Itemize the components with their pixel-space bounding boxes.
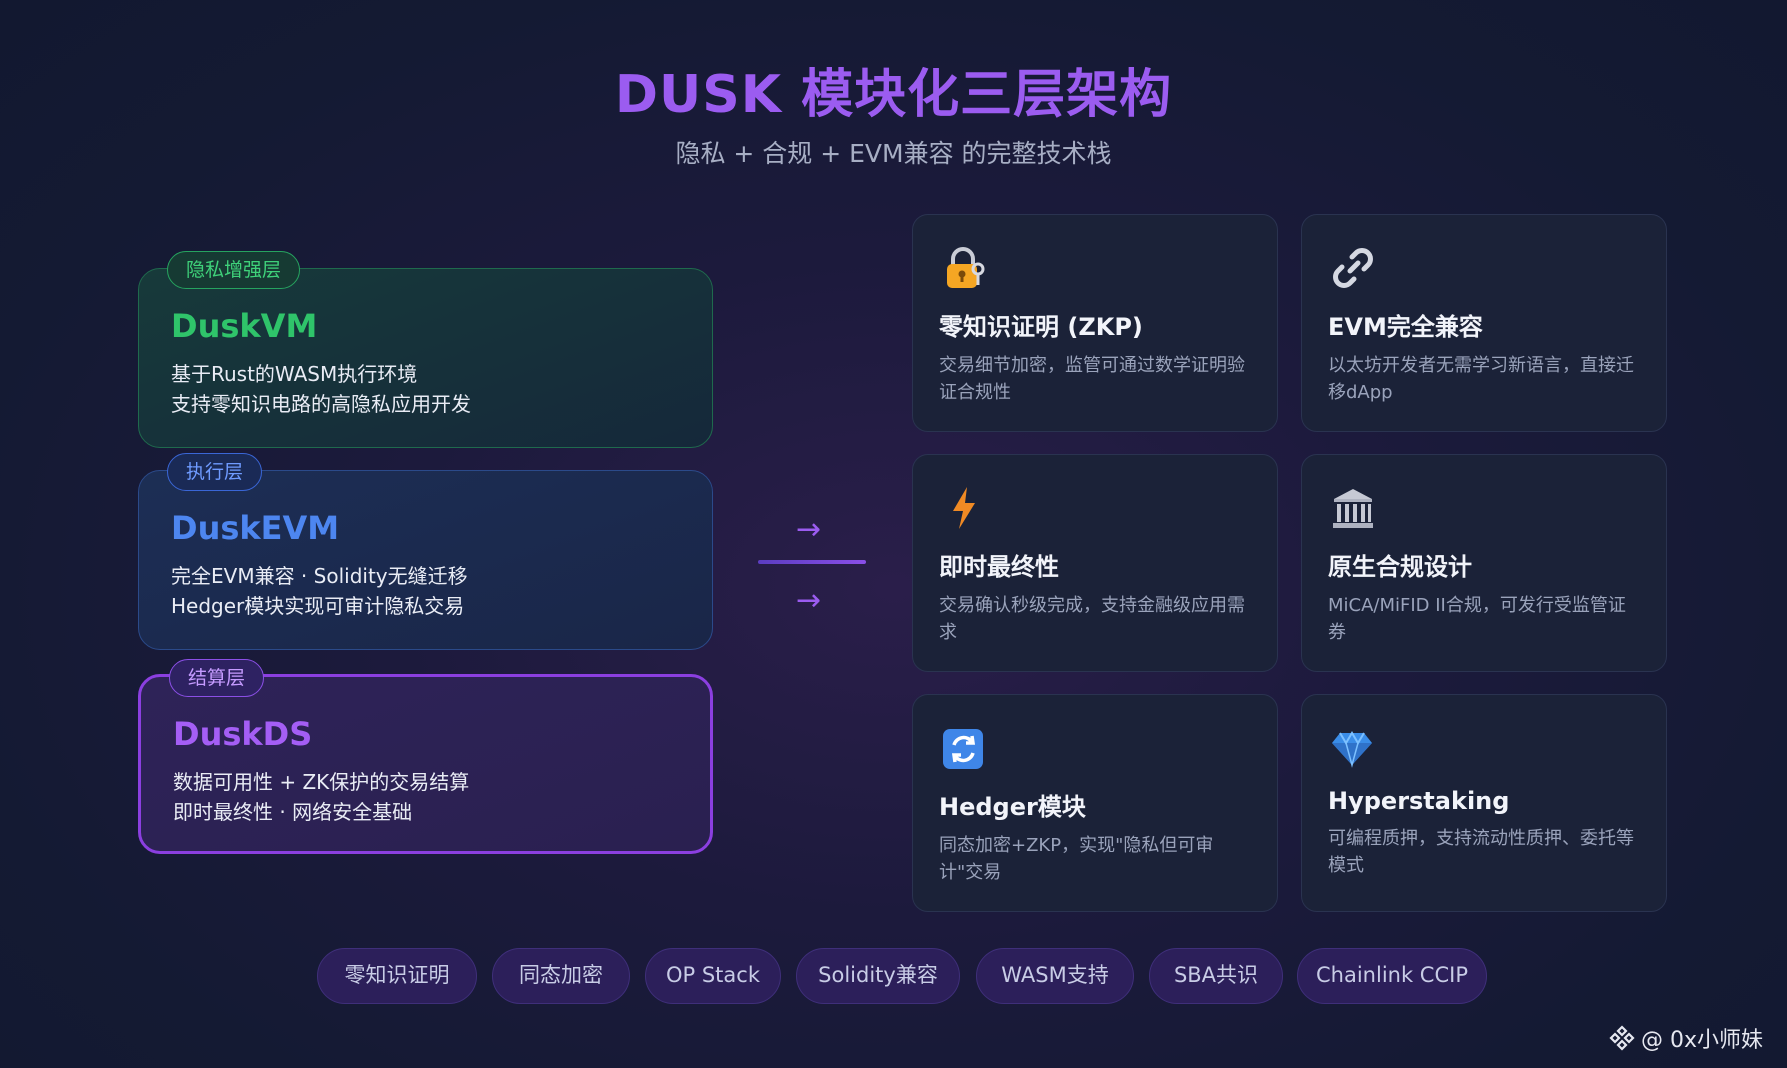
feature-title: 零知识证明 (ZKP)	[939, 313, 1143, 341]
layer-card-duskvm: 隐私增强层 DuskVM 基于Rust的WASM执行环境 支持零知识电路的高隐私…	[138, 251, 713, 448]
feature-desc: 同态加密+ZKP，实现"隐私但可审计"交易	[939, 835, 1214, 883]
feature-desc: 以太坊开发者无需学习新语言，直接迁移dApp	[1328, 355, 1634, 403]
tech-tag: 零知识证明	[317, 948, 477, 1004]
layer-badge-execution: 执行层	[167, 453, 263, 491]
tech-tag: SBA共识	[1149, 948, 1283, 1004]
layer-card-duskds: 结算层 DuskDS 数据可用性 + ZK保护的交易结算 即时最终性 · 网络安…	[138, 659, 713, 854]
diamond-icon	[1332, 731, 1372, 768]
feature-card-zkp: 零知识证明 (ZKP) 交易细节加密，监管可通过数学证明验证合规性	[912, 214, 1278, 432]
feature-desc: 交易细节加密，监管可通过数学证明验证合规性	[939, 355, 1245, 403]
page-title: DUSK 模块化三层架构	[614, 65, 1173, 125]
feature-card-hyperstaking: Hyperstaking 可编程质押，支持流动性质押、委托等模式	[1301, 694, 1667, 912]
layer-desc-line: 即时最终性 · 网络安全基础	[173, 800, 413, 824]
layer-badge-privacy: 隐私增强层	[167, 251, 301, 289]
layer-desc-line: Hedger模块实现可审计隐私交易	[171, 594, 465, 618]
binance-logo-icon	[1609, 1025, 1635, 1051]
layer-desc-line: 支持零知识电路的高隐私应用开发	[171, 392, 471, 416]
feature-desc: 可编程质押，支持流动性质押、委托等模式	[1328, 828, 1634, 876]
layer-name: DuskEVM	[171, 509, 340, 547]
tech-tag: 同态加密	[492, 948, 630, 1004]
tech-tag: WASM支持	[976, 948, 1134, 1004]
link-icon	[1333, 248, 1373, 288]
layer-name: DuskVM	[171, 307, 318, 345]
layer-desc-line: 完全EVM兼容 · Solidity无缝迁移	[171, 564, 468, 588]
feature-card-hedger: Hedger模块 同态加密+ZKP，实现"隐私但可审计"交易	[912, 694, 1278, 912]
lightning-icon	[953, 487, 975, 529]
layer-badge-settlement: 结算层	[169, 659, 265, 697]
watermark: @ 0x小师妹	[1609, 1022, 1763, 1054]
feature-card-finality: 即时最终性 交易确认秒级完成，支持金融级应用需求	[912, 454, 1278, 672]
feature-title: 即时最终性	[939, 553, 1059, 581]
feature-title: EVM完全兼容	[1328, 313, 1483, 341]
arrow-right-icon: →	[796, 512, 822, 547]
layer-desc-line: 数据可用性 + ZK保护的交易结算	[173, 770, 470, 794]
feature-title: Hyperstaking	[1328, 787, 1510, 815]
tech-tag: OP Stack	[645, 948, 781, 1004]
watermark-text: @ 0x小师妹	[1640, 1028, 1763, 1053]
feature-card-evm: EVM完全兼容 以太坊开发者无需学习新语言，直接迁移dApp	[1301, 214, 1667, 432]
feature-desc: MiCA/MiFID II合规，可发行受监管证券	[1328, 595, 1626, 643]
tech-tag: Solidity兼容	[796, 948, 960, 1004]
bank-icon	[1333, 489, 1373, 528]
arrow-right-icon: →	[796, 583, 822, 618]
layer-desc-line: 基于Rust的WASM执行环境	[171, 362, 418, 386]
refresh-icon	[943, 729, 983, 769]
feature-title: Hedger模块	[939, 793, 1086, 821]
feature-desc: 交易确认秒级完成，支持金融级应用需求	[939, 595, 1245, 643]
tech-tag: Chainlink CCIP	[1297, 948, 1487, 1004]
page-subtitle: 隐私 + 合规 + EVM兼容 的完整技术栈	[675, 139, 1112, 168]
layer-name: DuskDS	[173, 715, 313, 753]
connector-line	[758, 560, 866, 564]
feature-card-compliance: 原生合规设计 MiCA/MiFID II合规，可发行受监管证券	[1301, 454, 1667, 672]
feature-title: 原生合规设计	[1328, 553, 1472, 581]
lock-key-icon	[947, 247, 985, 288]
layer-card-duskevm: 执行层 DuskEVM 完全EVM兼容 · Solidity无缝迁移 Hedge…	[138, 453, 713, 650]
